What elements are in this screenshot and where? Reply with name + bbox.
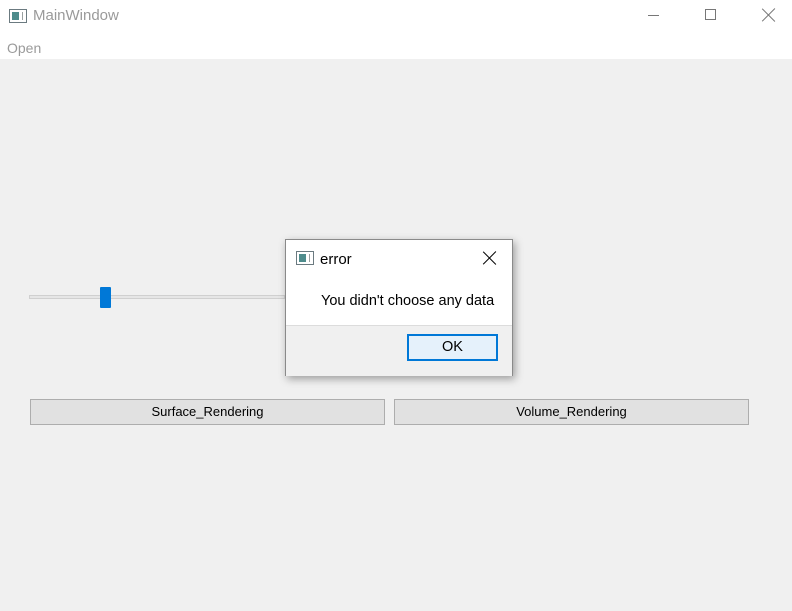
menu-bar: Open [0, 32, 792, 59]
dialog-title: error [320, 251, 352, 268]
slider-handle[interactable] [100, 287, 111, 308]
ok-button[interactable]: OK [407, 334, 498, 361]
close-window-button[interactable] [740, 0, 792, 32]
dialog-window-icon [296, 251, 314, 265]
close-icon [483, 251, 497, 265]
slider[interactable] [29, 287, 285, 309]
minimize-button[interactable] [625, 0, 683, 32]
close-icon [762, 8, 776, 22]
slider-groove[interactable] [29, 295, 285, 299]
minimize-icon [648, 15, 659, 16]
maximize-icon [705, 9, 716, 20]
dialog-message: You didn't choose any data [321, 293, 495, 309]
surface-rendering-button[interactable]: Surface_Rendering [30, 399, 385, 425]
error-dialog: error You didn't choose any data OK [285, 239, 513, 376]
dialog-button-bar: OK [286, 325, 512, 376]
app-window-icon [9, 9, 27, 23]
maximize-button[interactable] [682, 0, 740, 32]
window-title: MainWindow [33, 7, 119, 24]
title-bar: MainWindow [0, 0, 792, 32]
menu-item-open[interactable]: Open [7, 40, 41, 56]
dialog-close-button[interactable] [476, 245, 504, 271]
volume-rendering-button[interactable]: Volume_Rendering [394, 399, 749, 425]
